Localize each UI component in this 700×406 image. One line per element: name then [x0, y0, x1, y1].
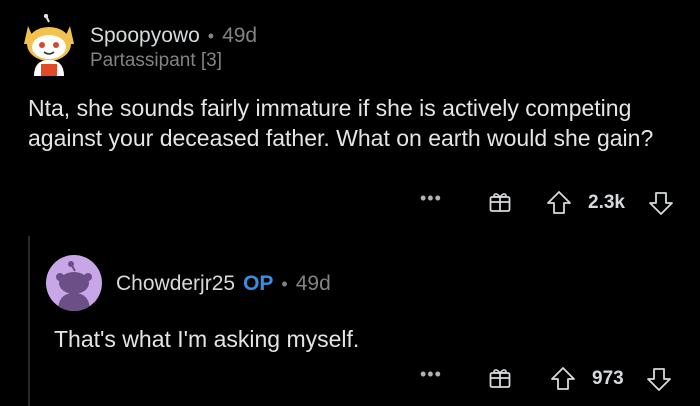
comment-meta: Spoopyowo • 49d	[90, 24, 257, 48]
avatar[interactable]	[22, 14, 76, 80]
comment-body: That's what I'm asking myself.	[54, 326, 360, 352]
upvote-icon[interactable]	[550, 366, 576, 392]
meta-separator: •	[207, 25, 215, 46]
op-badge: OP	[243, 272, 274, 295]
username[interactable]: Spoopyowo	[90, 24, 200, 48]
user-flair: Partassipant [3]	[90, 50, 223, 71]
comment-meta: Chowderjr25 OP • 49d	[116, 272, 331, 296]
vote-score: 973	[592, 368, 624, 389]
meta-separator: •	[281, 273, 288, 294]
cat-avatar-icon	[24, 14, 74, 76]
vote-score: 2.3k	[588, 192, 625, 213]
comment-age: 49d	[295, 272, 331, 295]
comment-age: 49d	[222, 24, 258, 47]
more-options-icon[interactable]: •••	[420, 364, 442, 385]
award-icon[interactable]	[488, 190, 512, 214]
comment-body: Nta, she sounds fairly immature if she i…	[28, 95, 654, 151]
downvote-icon[interactable]	[648, 190, 674, 216]
comment-actions: ••• 2.3k	[0, 188, 700, 218]
award-icon[interactable]	[488, 366, 512, 390]
avatar[interactable]	[46, 255, 102, 311]
comment-actions: ••• 973	[0, 364, 700, 394]
snoo-avatar-icon	[56, 261, 92, 311]
upvote-icon[interactable]	[546, 190, 572, 216]
more-options-icon[interactable]: •••	[420, 188, 442, 209]
username[interactable]: Chowderjr25	[116, 272, 235, 296]
downvote-icon[interactable]	[646, 366, 672, 392]
comment: Spoopyowo • 49d Partassipant [3] Nta, sh…	[0, 0, 700, 230]
